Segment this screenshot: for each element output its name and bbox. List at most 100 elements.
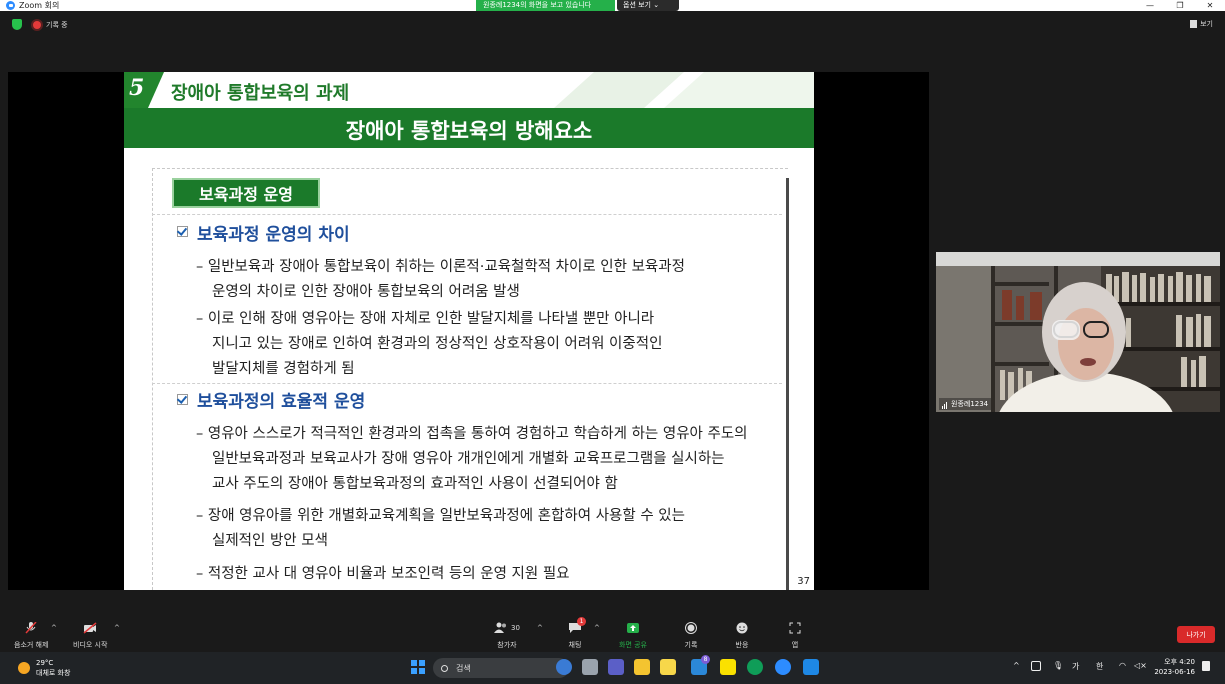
windows-taskbar: 29°C 대체로 화창 검색 8 ^ 🎙︎ 가 한 ◠ ◁× 오후 4:20 2… — [0, 652, 1225, 684]
bullet-line: – 일반보육과 장애아 통합보육이 취하는 이론적·교육철학적 차이로 인한 보… — [196, 259, 685, 275]
bullet-line: – 장애 영유아를 위한 개별화교육계획을 일반보육과정에 혼합하여 사용할 수… — [196, 508, 685, 524]
bullet-line: – 영유아 스스로가 적극적인 환경과의 접촉을 통하여 경험하고 학습하게 하… — [196, 426, 748, 442]
taskbar-search[interactable]: 검색 — [433, 658, 569, 678]
unmute-button[interactable]: 음소거 해제 — [14, 622, 48, 650]
meeting-top-bar: 기록 중 보기 — [0, 11, 1225, 39]
teams-app-icon[interactable] — [608, 659, 624, 675]
reactions-button[interactable]: 반응 — [735, 622, 749, 650]
shared-slide: 5 장애아 통합보육의 과제 장애아 통합보육의 방해요소 보육과정 운영 보육… — [124, 72, 814, 590]
zoom-app-icon — [6, 1, 15, 10]
edge-browser-icon[interactable] — [747, 659, 763, 675]
topic-badge: 보육과정 운영 — [172, 178, 320, 208]
ime-mode-han[interactable]: 한 — [1096, 661, 1103, 672]
todo-app-icon[interactable]: 8 — [691, 655, 710, 675]
chat-icon: 1 — [568, 617, 586, 634]
video-options-caret-icon[interactable]: ^ — [114, 624, 120, 632]
participant-name-label: 원종례1234 — [939, 398, 992, 410]
sticky-notes-icon[interactable] — [660, 659, 676, 675]
share-banner-message: 원종례1234의 화면을 보고 있습니다 — [476, 0, 615, 11]
taskbar-clock[interactable]: 오후 4:20 2023-06-16 — [1154, 657, 1195, 677]
zoom-window: Zoom 회의 — ❐ ✕ 원종례1234의 화면을 보고 있습니다 옵션 보기… — [0, 0, 1225, 684]
participants-options-caret-icon[interactable]: ^ — [537, 624, 543, 632]
apps-label: 앱 — [791, 641, 799, 649]
recording-label: 기록 중 — [46, 21, 68, 29]
reactions-label: 반응 — [735, 641, 749, 649]
bullet-line: 실제적인 방안 모색 — [212, 533, 328, 549]
clock-time: 오후 4:20 — [1164, 658, 1195, 666]
task-view-app-icon[interactable] — [582, 659, 598, 675]
bullet-line: 지니고 있는 장애로 인하여 환경과의 정상적인 상호작용이 어려워 이중적인 — [212, 336, 663, 352]
security-shield-icon[interactable] — [12, 19, 22, 30]
view-options-button[interactable]: 옵션 보기 ⌄ — [617, 0, 679, 11]
bullet-line: 교사 주도의 장애아 통합보육과정의 효과적인 사용이 선결되어야 함 — [212, 476, 618, 492]
recording-indicator[interactable]: 기록 중 — [33, 20, 68, 30]
content-side-bar — [786, 178, 789, 590]
participant-name: 원종례1234 — [951, 400, 989, 408]
signal-bars-icon — [942, 402, 948, 409]
todo-badge: 8 — [701, 655, 710, 664]
window-controls: — ❐ ✕ — [1135, 0, 1225, 11]
kakaotalk-app-icon[interactable] — [720, 659, 736, 675]
weather-widget[interactable]: 29°C 대체로 화창 — [18, 658, 70, 678]
bullet-line: 일반보육과정과 보육교사가 장애 영유아 개개인에게 개별화 교육프로그램을 실… — [212, 451, 725, 467]
participants-count: 30 — [511, 624, 520, 632]
apps-icon — [789, 622, 801, 634]
leave-meeting-button[interactable]: 나가기 — [1177, 626, 1215, 643]
slide-main-title: 장애아 통합보육의 방해요소 — [345, 119, 593, 143]
record-dot-icon — [33, 21, 41, 29]
window-title: Zoom 회의 — [19, 1, 60, 10]
participants-label: 참가자 — [497, 641, 517, 649]
bullet-line: 발달지체를 경험하게 됨 — [212, 361, 355, 377]
copilot-app-icon[interactable] — [556, 659, 572, 675]
chat-button[interactable]: 1 채팅 — [568, 617, 586, 650]
minimize-button[interactable]: — — [1135, 0, 1165, 11]
record-button[interactable]: 기록 — [684, 622, 698, 650]
slide-page-number: 37 — [797, 576, 810, 587]
checkbox-icon — [176, 393, 188, 405]
view-button[interactable]: 보기 — [1190, 19, 1213, 29]
webcam-video-image — [936, 252, 1220, 412]
tray-app-icon[interactable] — [1031, 661, 1041, 671]
apps-button[interactable]: 앱 — [788, 622, 802, 650]
volume-icon[interactable]: ◁× — [1134, 661, 1147, 670]
muted-mic-icon — [25, 622, 37, 634]
store-app-icon[interactable] — [803, 659, 819, 675]
chat-options-caret-icon[interactable]: ^ — [594, 624, 600, 632]
heading-efficient-operation: 보육과정의 효율적 운영 — [197, 392, 366, 412]
file-explorer-icon[interactable] — [634, 659, 650, 675]
section-divider — [152, 383, 782, 384]
participant-video-tile[interactable]: 원종례1234 — [936, 252, 1220, 412]
video-label: 비디오 시작 — [73, 641, 108, 649]
bullet-line: 운영의 차이로 인한 장애아 통합보육의 어려움 발생 — [212, 284, 520, 300]
wifi-icon[interactable]: ◠ — [1119, 661, 1126, 670]
search-icon — [441, 664, 448, 672]
sun-weather-icon — [18, 662, 30, 674]
chat-label: 채팅 — [568, 641, 582, 649]
slide-title-band: 장애아 통합보육의 방해요소 — [124, 108, 814, 148]
share-screen-icon — [627, 623, 639, 633]
record-label: 기록 — [684, 641, 698, 649]
microphone-tray-icon[interactable]: 🎙︎ — [1053, 661, 1063, 670]
heading-course-difference: 보육과정 운영의 차이 — [197, 225, 350, 245]
maximize-button[interactable]: ❐ — [1165, 0, 1195, 11]
tray-overflow-chevron-icon[interactable]: ^ — [1013, 661, 1020, 670]
share-screen-button[interactable]: 화면 공유 — [619, 622, 647, 650]
record-icon — [685, 622, 697, 634]
ime-mode-hangul[interactable]: 가 — [1072, 661, 1079, 672]
video-off-icon — [83, 622, 97, 634]
windows-start-icon[interactable] — [411, 660, 425, 674]
clock-date: 2023-06-16 — [1154, 668, 1195, 676]
participants-button[interactable]: 30 참가자 — [494, 622, 520, 650]
chat-unread-badge: 1 — [577, 617, 586, 626]
view-layout-icon — [1190, 20, 1198, 28]
notification-icon[interactable] — [1202, 661, 1210, 671]
share-banner: 원종례1234의 화면을 보고 있습니다 옵션 보기 ⌄ — [476, 0, 679, 11]
bullet-line: – 적정한 교사 대 영유아 비율과 보조인력 등의 운영 지원 필요 — [196, 566, 570, 582]
share-screen-label: 화면 공유 — [619, 641, 647, 649]
audio-options-caret-icon[interactable]: ^ — [51, 624, 57, 632]
meeting-toolbar: 음소거 해제 ^ 비디오 시작 ^ 30 참가자 ^ 1 채팅 ^ 화면 공유 … — [0, 614, 1225, 652]
close-button[interactable]: ✕ — [1195, 0, 1225, 11]
view-label: 보기 — [1200, 20, 1213, 28]
zoom-taskbar-icon[interactable] — [775, 659, 791, 675]
start-video-button[interactable]: 비디오 시작 — [73, 622, 107, 650]
